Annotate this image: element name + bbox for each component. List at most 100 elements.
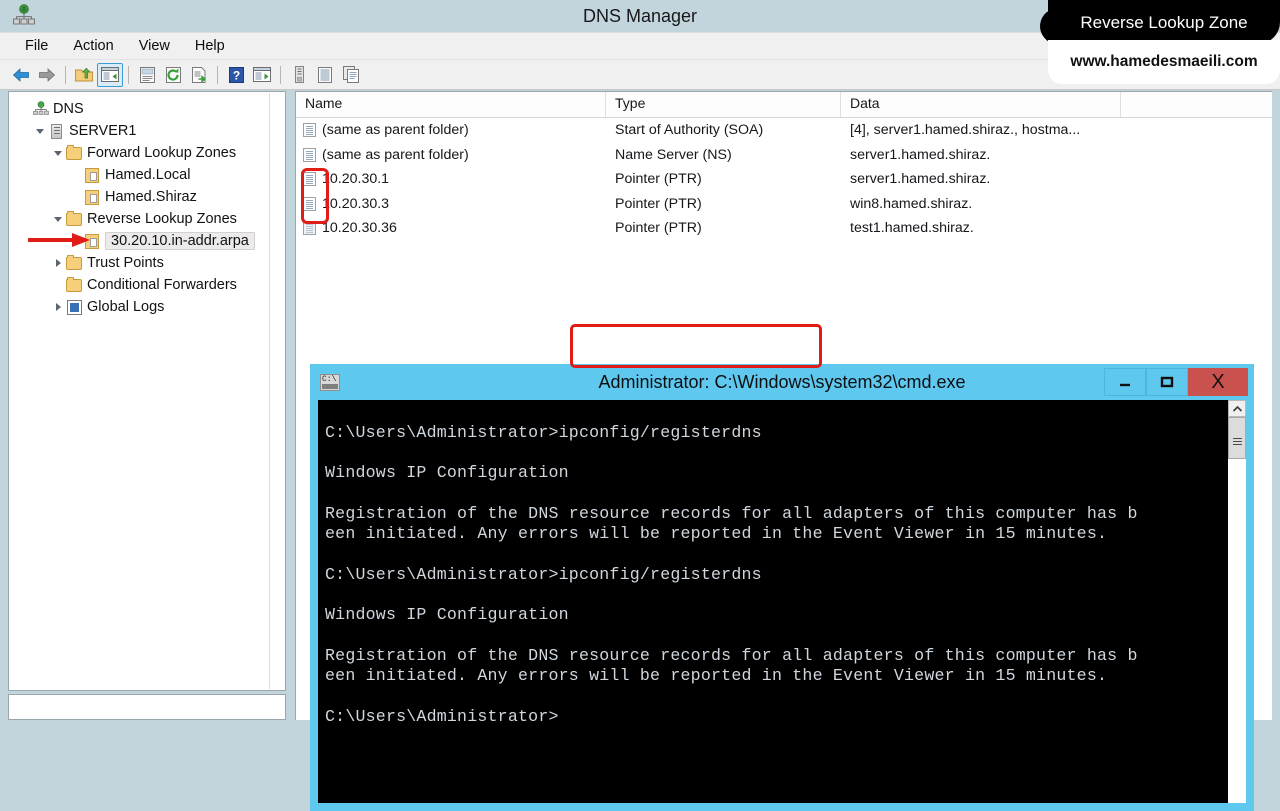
new-server-icon[interactable] (286, 63, 312, 87)
cmd-title-bar[interactable]: Administrator: C:\Windows\system32\cmd.e… (310, 364, 1254, 400)
back-arrow-icon[interactable] (8, 63, 34, 87)
twisty-placeholder (17, 98, 31, 120)
record-name-cell: 10.20.30.3 (296, 196, 606, 212)
forward-arrow-icon[interactable] (34, 63, 60, 87)
folder-icon (65, 208, 83, 230)
properties-icon[interactable] (134, 63, 160, 87)
tree-node-trust-points[interactable]: Trust Points (13, 252, 285, 274)
cmd-console-text: C:\Users\Administrator>ipconfig/register… (325, 422, 1138, 726)
record-data-cell: server1.hamed.shiraz. (850, 171, 991, 188)
column-header-filler[interactable] (1121, 92, 1271, 117)
scroll-up-icon[interactable] (1228, 400, 1246, 417)
table-row[interactable]: 10.20.30.36 Pointer (PTR) test1.hamed.sh… (296, 216, 1272, 241)
export-list-icon[interactable] (186, 63, 212, 87)
column-header-type[interactable]: Type (606, 92, 841, 117)
up-folder-icon[interactable] (71, 63, 97, 87)
records-list-header: Name Type Data (296, 92, 1272, 118)
record-name-text: (same as parent folder) (322, 122, 469, 139)
command-prompt-window: Administrator: C:\Windows\system32\cmd.e… (310, 364, 1254, 811)
zone-icon (83, 186, 101, 208)
twisty-trust-points[interactable] (51, 252, 65, 274)
show-hide-console-tree-icon[interactable] (97, 62, 123, 87)
cmd-scrollbar[interactable] (1228, 400, 1246, 803)
tree-node-label: Hamed.Shiraz (105, 189, 197, 205)
record-type-cell: Start of Authority (SOA) (615, 122, 764, 139)
folder-icon (65, 274, 83, 296)
record-type-cell: Pointer (PTR) (615, 220, 702, 237)
table-row[interactable]: (same as parent folder) Start of Authori… (296, 118, 1272, 143)
tree-node-server1[interactable]: SERVER1 (13, 120, 285, 142)
dns-root-icon (31, 98, 49, 120)
twisty-forward-lookup-zones[interactable] (51, 142, 65, 164)
record-data-cell: test1.hamed.shiraz. (850, 220, 974, 237)
tree-node-forward-lookup-zones[interactable]: Forward Lookup Zones (13, 142, 285, 164)
record-type-cell: Name Server (NS) (615, 146, 732, 163)
tree-node-label: Reverse Lookup Zones (87, 211, 237, 227)
zone-icon (83, 164, 101, 186)
watermark: Reverse Lookup Zone www.hamedesmaeili.co… (1038, 0, 1280, 84)
tree-node-dns[interactable]: DNS (13, 98, 285, 120)
twisty-placeholder (69, 164, 83, 186)
toolbar-separator (280, 65, 281, 84)
record-name-cell: (same as parent folder) (296, 122, 606, 138)
folder-icon (65, 142, 83, 164)
menu-help[interactable]: Help (184, 35, 236, 57)
tree-node-label: Forward Lookup Zones (87, 145, 237, 161)
twisty-placeholder (51, 274, 65, 296)
tree-node-conditional-forwarders[interactable]: Conditional Forwarders (13, 274, 285, 296)
folder-icon (65, 252, 83, 274)
close-button[interactable]: X (1188, 368, 1248, 396)
tree-node-label: SERVER1 (69, 123, 137, 139)
record-name-text: (same as parent folder) (322, 146, 469, 163)
tree-node-label: Global Logs (87, 299, 165, 315)
refresh-icon[interactable] (160, 63, 186, 87)
toolbar-separator (65, 65, 66, 84)
tree-node-reverse-lookup-zones[interactable]: Reverse Lookup Zones (13, 208, 285, 230)
cmd-console-body[interactable]: C:\Users\Administrator>ipconfig/register… (318, 400, 1246, 803)
tree-node-label: DNS (53, 101, 84, 117)
menu-action[interactable]: Action (62, 35, 124, 57)
table-row[interactable]: (same as parent folder) Name Server (NS)… (296, 143, 1272, 168)
tree-scrollbar[interactable] (269, 93, 284, 689)
scrollbar-thumb[interactable] (1228, 417, 1246, 459)
show-hide-action-pane-icon[interactable] (249, 63, 275, 87)
watermark-url: www.hamedesmaeili.com (1070, 53, 1258, 70)
annotation-arrow-zone (28, 233, 90, 247)
copy-records-icon[interactable] (338, 63, 364, 87)
menu-view[interactable]: View (128, 35, 181, 57)
record-icon (303, 172, 316, 187)
server-icon (47, 120, 65, 142)
record-data-cell: [4], server1.hamed.shiraz., hostma... (850, 122, 1081, 139)
record-type-cell: Pointer (PTR) (615, 171, 702, 188)
maximize-button[interactable] (1146, 368, 1188, 396)
record-icon (303, 123, 316, 138)
record-data-cell: win8.hamed.shiraz. (850, 195, 973, 212)
global-logs-icon (65, 296, 83, 318)
table-row[interactable]: 10.20.30.1 Pointer (PTR) server1.hamed.s… (296, 167, 1272, 192)
record-name-text: 10.20.30.3 (322, 195, 390, 212)
minimize-button[interactable] (1104, 368, 1146, 396)
help-icon[interactable]: ? (223, 63, 249, 87)
column-header-data[interactable]: Data (841, 92, 1121, 117)
twisty-global-logs[interactable] (51, 296, 65, 318)
console-tree-pane: DNS SERVER1 Forward Lookup Zones Hamed.L… (8, 91, 286, 691)
toolbar-separator (128, 65, 129, 84)
record-name-cell: 10.20.30.1 (296, 171, 606, 187)
scrollbar-grip (1232, 437, 1242, 439)
content-area: DNS SERVER1 Forward Lookup Zones Hamed.L… (0, 91, 1280, 811)
new-zone-icon[interactable] (312, 63, 338, 87)
watermark-title: Reverse Lookup Zone (1080, 13, 1248, 32)
table-row[interactable]: 10.20.30.3 Pointer (PTR) win8.hamed.shir… (296, 192, 1272, 217)
column-header-name[interactable]: Name (296, 92, 606, 117)
status-bar (8, 694, 286, 720)
record-data-cell: server1.hamed.shiraz. (850, 146, 991, 163)
tree-node-hamed-local[interactable]: Hamed.Local (13, 164, 285, 186)
record-name-text: 10.20.30.1 (322, 171, 390, 188)
menu-file[interactable]: File (14, 35, 59, 57)
tree-node-global-logs[interactable]: Global Logs (13, 296, 285, 318)
twisty-reverse-lookup-zones[interactable] (51, 208, 65, 230)
tree-node-hamed-shiraz[interactable]: Hamed.Shiraz (13, 186, 285, 208)
record-icon (303, 221, 316, 236)
twisty-server1[interactable] (33, 120, 47, 142)
dns-manager-window: DNS Manager File Action View Help ? DNS … (0, 0, 1280, 811)
